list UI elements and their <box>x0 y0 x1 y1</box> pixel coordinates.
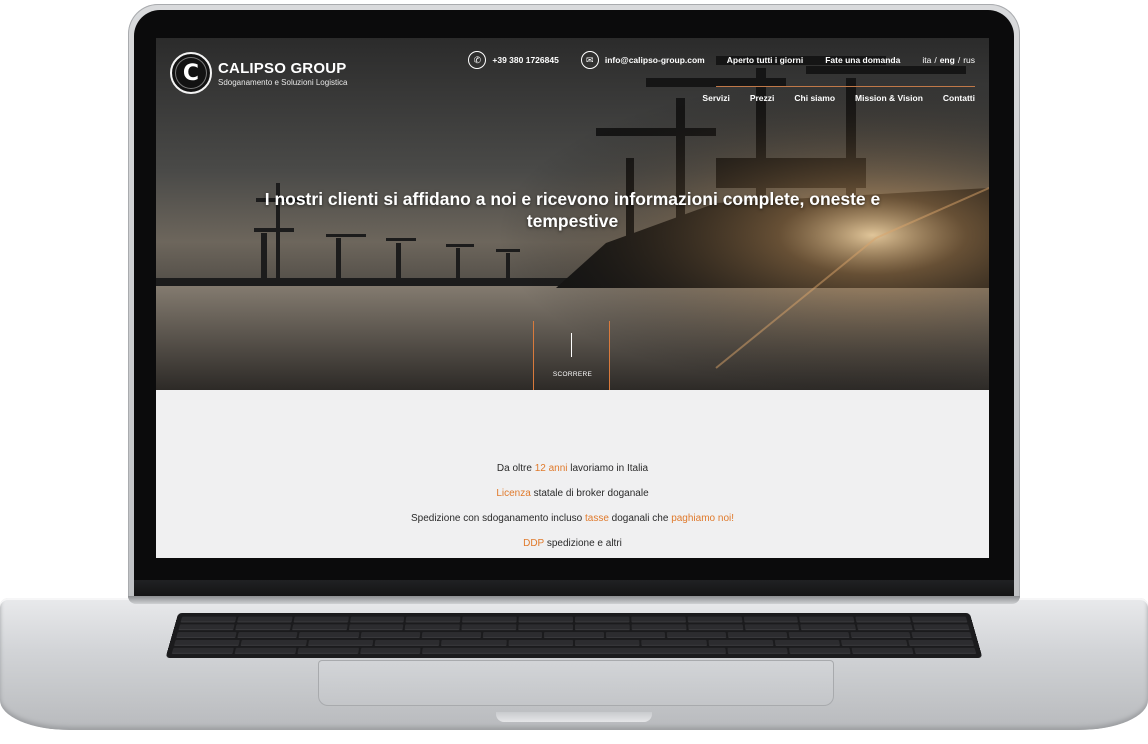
feature-text: lavoriamo in Italia <box>567 463 649 474</box>
feature-text: spedizione e altri <box>544 538 622 549</box>
top-bar: ✆ +39 380 1726845 ✉ info@calipso-group.c… <box>468 51 975 69</box>
nav-item-prezzi[interactable]: Prezzi <box>750 93 775 103</box>
laptop-hinge <box>128 596 1020 604</box>
brand-tagline: Sdoganamento e Soluzioni Logistica <box>218 77 348 87</box>
hero-section: C CALIPSO GROUP Sdoganamento e Soluzioni… <box>156 38 989 390</box>
ask-question-link[interactable]: Fate una domanda <box>825 55 900 65</box>
feature-highlight: tasse <box>585 513 609 524</box>
feature-text: statale di broker doganale <box>530 488 649 499</box>
lang-eng[interactable]: eng <box>940 55 955 65</box>
hero-title: I nostri clienti si affidano a noi e ric… <box>264 189 881 231</box>
nav-item-contatti[interactable]: Contatti <box>943 93 975 103</box>
brand-name: CALIPSO GROUP <box>218 59 347 77</box>
trackpad <box>318 660 834 706</box>
logo-emblem-icon: C <box>170 52 212 94</box>
scroll-down-button[interactable]: SCORRERE <box>533 321 610 390</box>
language-switcher: ita / eng / rus <box>922 55 975 65</box>
feature-line-experience: Da oltre 12 anni lavoriamo in Italia <box>156 463 989 474</box>
nav-divider <box>716 86 975 87</box>
nav-item-chi-siamo[interactable]: Chi siamo <box>794 93 835 103</box>
email-address: info@calipso-group.com <box>604 55 705 65</box>
phone-link[interactable]: ✆ +39 380 1726845 <box>468 51 559 69</box>
laptop-screen: C CALIPSO GROUP Sdoganamento e Soluzioni… <box>156 38 989 558</box>
features-section: Da oltre 12 anni lavoriamo in Italia Lic… <box>156 390 989 558</box>
feature-text: Spedizione con sdoganamento incluso <box>410 513 585 524</box>
feature-highlight: paghiamo noi! <box>671 513 735 524</box>
opening-hours: Aperto tutti i giorni <box>726 55 804 65</box>
email-link[interactable]: ✉ info@calipso-group.com <box>580 51 705 69</box>
feature-text: Da oltre <box>496 463 535 474</box>
feature-highlight: Licenza <box>496 488 531 499</box>
feature-highlight: DDP <box>523 538 545 549</box>
phone-icon: ✆ <box>468 51 487 69</box>
lang-separator: / <box>934 55 937 65</box>
feature-line-license: Licenza statale di broker doganale <box>156 488 989 499</box>
scroll-label: SCORRERE <box>552 371 593 378</box>
lang-ita[interactable]: ita <box>922 55 931 65</box>
keyboard <box>165 612 983 658</box>
feature-line-ddp: DDP spedizione e altri <box>156 538 989 549</box>
feature-line-customs: Spedizione con sdoganamento incluso tass… <box>156 513 989 524</box>
logo-letter: C <box>182 60 200 86</box>
main-nav: Servizi Prezzi Chi siamo Mission & Visio… <box>702 93 975 103</box>
site-logo[interactable]: C CALIPSO GROUP Sdoganamento e Soluzioni… <box>170 52 347 94</box>
feature-text: doganali che <box>608 513 672 524</box>
lang-separator: / <box>957 55 961 65</box>
feature-highlight: 12 anni <box>534 463 568 474</box>
nav-item-mission-vision[interactable]: Mission & Vision <box>855 93 923 103</box>
front-notch <box>496 712 652 722</box>
mail-icon: ✉ <box>580 51 599 69</box>
phone-number: +39 380 1726845 <box>492 55 559 65</box>
lang-rus[interactable]: rus <box>963 55 975 65</box>
nav-item-servizi[interactable]: Servizi <box>702 93 729 103</box>
scroll-indicator-line <box>571 333 572 357</box>
